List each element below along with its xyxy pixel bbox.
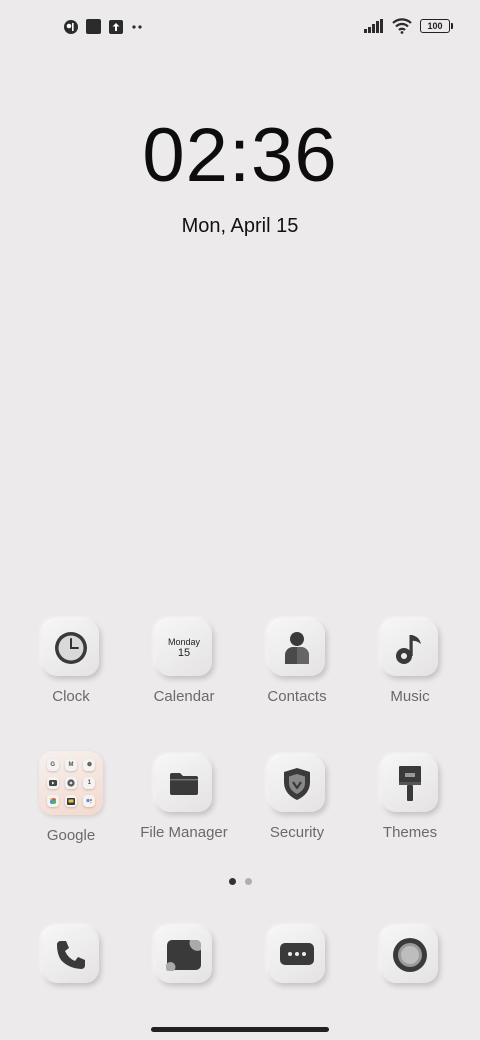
shield-icon	[284, 768, 310, 800]
page-dot-1[interactable]	[228, 878, 236, 885]
status-bar: 100	[0, 0, 480, 56]
signal-icon	[364, 19, 383, 33]
notification-icon	[64, 19, 78, 34]
square-notification-icon	[86, 19, 101, 34]
contacts-tile[interactable]	[269, 620, 325, 676]
app-music[interactable]: Music	[355, 620, 465, 705]
tv-mini-icon	[64, 795, 77, 808]
folder-icon	[170, 773, 198, 795]
app-label-calendar: Calendar	[153, 688, 215, 705]
page-indicator	[0, 878, 480, 885]
clock-tile[interactable]	[43, 620, 99, 676]
music-tile[interactable]	[382, 620, 438, 676]
app-file-manager[interactable]: File Manager	[129, 756, 239, 841]
chrome-mini-icon	[64, 776, 77, 789]
assistant-mini-icon	[83, 795, 96, 808]
calendar-icon: Monday 15	[168, 637, 200, 660]
brush-icon	[399, 766, 421, 801]
message-icon	[280, 943, 314, 965]
phone-tile[interactable]	[43, 927, 99, 983]
upload-notification-icon	[109, 19, 123, 34]
app-contacts[interactable]: Contacts	[242, 620, 352, 705]
gallery-icon	[166, 940, 201, 971]
more-notifications-icon	[132, 24, 142, 29]
app-label-themes: Themes	[382, 824, 438, 841]
google-mini-icon: G	[46, 758, 59, 771]
calendar-icon-date: 15	[177, 646, 191, 659]
google-folder-icon[interactable]: G M 1	[39, 751, 103, 815]
page-dot-2[interactable]	[244, 878, 252, 885]
gallery-tile[interactable]	[156, 927, 212, 983]
app-label-contacts: Contacts	[267, 688, 327, 705]
app-clock[interactable]: Clock	[16, 620, 126, 705]
wifi-icon	[392, 18, 412, 34]
gmail-mini-icon: M	[64, 758, 77, 771]
dock-messages[interactable]	[242, 927, 352, 983]
calendar-icon-day: Monday	[167, 636, 201, 647]
music-note-icon	[396, 635, 421, 664]
app-themes[interactable]: Themes	[355, 756, 465, 841]
app-calendar[interactable]: Monday 15 Calendar	[129, 620, 239, 705]
file-manager-tile[interactable]	[156, 756, 212, 812]
clock-icon	[55, 632, 87, 664]
app-label-clock: Clock	[52, 688, 90, 705]
app-google-folder[interactable]: G M 1 Google	[16, 751, 126, 844]
photos-mini-icon	[46, 795, 59, 808]
status-bar-left	[64, 19, 143, 34]
dock-gallery[interactable]	[129, 927, 239, 983]
app-label-security: Security	[269, 824, 325, 841]
youtube-mini-icon	[46, 776, 59, 789]
security-tile[interactable]	[269, 756, 325, 812]
app-label-file-manager: File Manager	[140, 824, 228, 841]
maps-mini-icon	[83, 758, 96, 771]
themes-tile[interactable]	[382, 756, 438, 812]
camera-tile[interactable]	[382, 927, 438, 983]
calendar-tile[interactable]: Monday 15	[156, 620, 212, 676]
app-label-music: Music	[390, 688, 430, 705]
app-label-google: Google	[46, 827, 96, 844]
contacts-icon	[285, 632, 309, 664]
messages-tile[interactable]	[269, 927, 325, 983]
status-bar-right: 100	[364, 18, 453, 34]
phone-icon	[57, 941, 85, 969]
app-security[interactable]: Security	[242, 756, 352, 841]
camera-icon	[393, 938, 427, 972]
dock-camera[interactable]	[355, 927, 465, 983]
one-mini-icon: 1	[83, 776, 96, 789]
dock-phone[interactable]	[16, 927, 126, 983]
clock-widget-time[interactable]: 02:36	[0, 112, 480, 199]
clock-widget-date[interactable]: Mon, April 15	[0, 215, 480, 238]
gesture-nav-handle[interactable]	[151, 1027, 329, 1032]
battery-icon: 100	[420, 19, 453, 33]
